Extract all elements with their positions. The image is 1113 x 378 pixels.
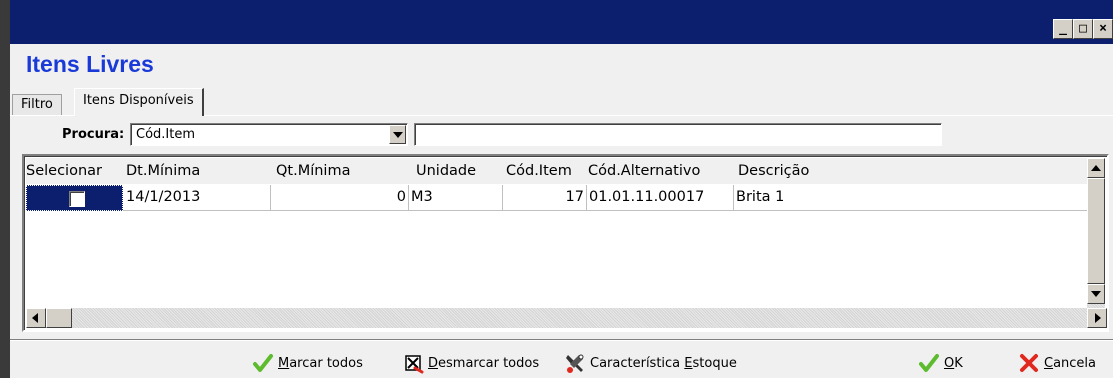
- procura-combo[interactable]: Cód.Item: [130, 123, 408, 146]
- col-header-dt-minima[interactable]: Dt.Mínima: [126, 158, 200, 184]
- vertical-scroll-thumb[interactable]: [1087, 178, 1105, 284]
- uncheck-icon: [405, 355, 424, 374]
- scroll-up-icon[interactable]: [1087, 158, 1105, 178]
- horizontal-scroll-thumb[interactable]: [46, 308, 72, 328]
- tab-strip: Filtro Itens Disponíveis: [10, 86, 1113, 116]
- desmarcar-todos-label: esmarcar todos: [438, 355, 540, 371]
- minimize-button[interactable]: _: [1053, 19, 1073, 39]
- ok-label: K: [954, 355, 963, 371]
- cell-descricao[interactable]: Brita 1: [734, 185, 1089, 211]
- col-header-cod-alternativo[interactable]: Cód.Alternativo: [588, 158, 700, 184]
- col-header-descricao[interactable]: Descrição: [738, 158, 809, 184]
- window-left-border: [0, 0, 10, 378]
- caracteristica-label-pre: Característica: [590, 355, 685, 371]
- caracteristica-label-rest: stoque: [692, 355, 737, 371]
- cell-dt-minima[interactable]: 14/1/2013: [124, 185, 271, 211]
- window-controls: _ □ ×: [1053, 19, 1113, 39]
- cell-cod-alternativo[interactable]: 01.01.11.00017: [587, 185, 734, 211]
- title-bar: _ □ ×: [0, 0, 1113, 44]
- window-content: Itens Livres Filtro Itens Disponíveis Pr…: [10, 44, 1113, 378]
- cell-unidade[interactable]: M3: [409, 185, 503, 211]
- cell-cod-item[interactable]: 17: [503, 185, 587, 211]
- close-button[interactable]: ×: [1093, 19, 1113, 39]
- items-grid: Selecionar Dt.Mínima Qt.Mínima Unidade C…: [22, 154, 1109, 332]
- caracteristica-accel: E: [684, 355, 693, 371]
- marcar-todos-label: arcar todos: [289, 355, 363, 371]
- vertical-scrollbar[interactable]: [1087, 158, 1105, 310]
- scroll-left-icon[interactable]: [26, 308, 46, 328]
- scroll-down-icon[interactable]: [1087, 284, 1105, 304]
- cancela-accel: C: [1044, 355, 1054, 371]
- cell-qt-minima[interactable]: 0: [271, 185, 409, 211]
- cancela-label: ancela: [1053, 355, 1097, 371]
- grid-header: Selecionar Dt.Mínima Qt.Mínima Unidade C…: [26, 158, 1089, 184]
- tab-filtro[interactable]: Filtro: [12, 94, 62, 116]
- chevron-down-icon[interactable]: [389, 125, 406, 144]
- col-header-qt-minima[interactable]: Qt.Mínima: [276, 158, 350, 184]
- table-row[interactable]: 14/1/2013 0 M3 17 01.01.11.00017 Brita 1: [26, 185, 1089, 211]
- tab-itens-disponiveis[interactable]: Itens Disponíveis: [74, 88, 204, 116]
- col-header-selecionar[interactable]: Selecionar: [26, 158, 102, 184]
- desmarcar-todos-accel: D: [428, 355, 439, 371]
- marcar-todos-accel: M: [278, 355, 290, 371]
- search-input[interactable]: [414, 123, 942, 146]
- close-icon: [1020, 354, 1038, 372]
- col-header-cod-item[interactable]: Cód.Item: [506, 158, 572, 184]
- procura-combo-value: Cód.Item: [136, 127, 196, 142]
- tools-icon: [566, 354, 584, 373]
- select-checkbox[interactable]: [69, 191, 85, 207]
- scroll-right-icon[interactable]: [1087, 308, 1107, 328]
- ok-button[interactable]: OK: [918, 350, 963, 376]
- check-icon: [919, 354, 939, 372]
- procura-label: Procura:: [62, 127, 125, 142]
- horizontal-scrollbar[interactable]: [26, 308, 1107, 328]
- marcar-todos-button[interactable]: Marcar todos: [252, 350, 363, 376]
- check-icon: [253, 354, 273, 372]
- maximize-button[interactable]: □: [1073, 19, 1093, 39]
- desmarcar-todos-button[interactable]: Desmarcar todos: [402, 350, 539, 376]
- cell-selecionar[interactable]: [26, 185, 123, 211]
- caracteristica-estoque-button[interactable]: Característica Estoque: [564, 350, 737, 376]
- page-title: Itens Livres: [26, 51, 154, 77]
- filter-row: Procura: Cód.Item: [10, 118, 1113, 154]
- footer-divider: [10, 339, 1113, 341]
- col-header-unidade[interactable]: Unidade: [416, 158, 476, 184]
- cancela-button[interactable]: Cancela: [1018, 350, 1096, 376]
- ok-accel: O: [944, 355, 955, 371]
